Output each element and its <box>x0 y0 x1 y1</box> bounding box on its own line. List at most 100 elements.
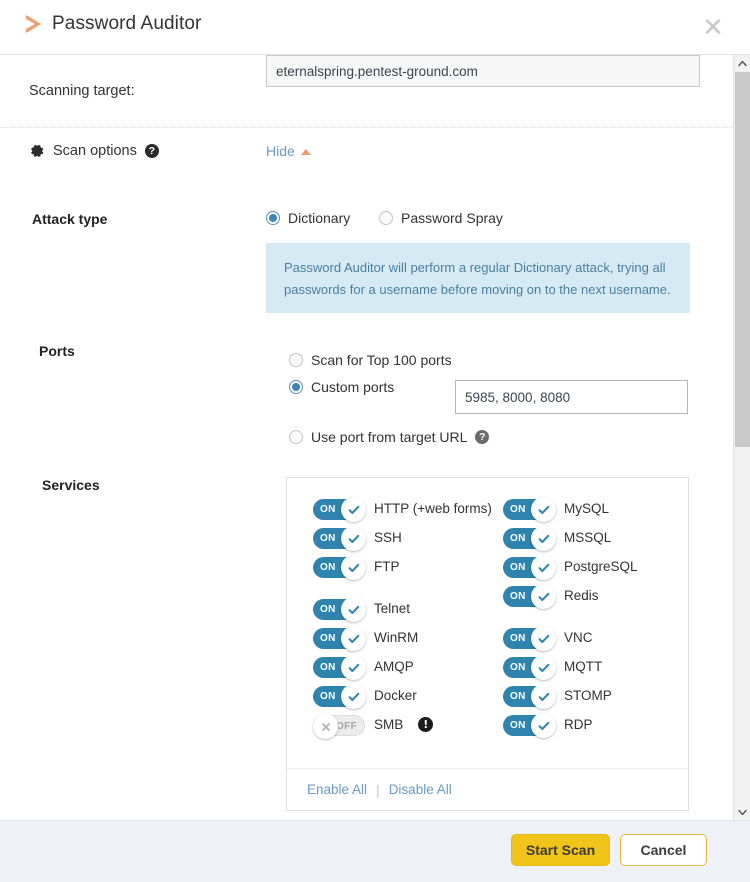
attack-type-info-box: Password Auditor will perform a regular … <box>266 243 690 313</box>
toggle-redis[interactable]: ON <box>503 586 555 607</box>
toggle-state-label: ON <box>320 599 336 620</box>
custom-ports-input[interactable] <box>455 380 688 414</box>
toggle-telnet[interactable]: ON <box>313 599 365 620</box>
service-name: PostgreSQL <box>564 556 638 577</box>
check-icon <box>341 597 366 622</box>
service-toggle-row[interactable]: ON Telnet <box>313 598 503 620</box>
radio-label-top100: Scan for Top 100 ports <box>311 352 452 368</box>
close-icon[interactable]: ✕ <box>699 15 727 43</box>
toggle-state-label: ON <box>510 586 526 607</box>
service-toggle-row[interactable]: ON WinRM <box>313 627 503 649</box>
toggle-stomp[interactable]: ON <box>503 686 555 707</box>
password-auditor-modal: Password Auditor ✕ Scanning target: Scan… <box>0 0 750 882</box>
service-toggle-row[interactable]: ON Redis <box>503 585 688 607</box>
check-icon <box>341 497 366 522</box>
start-scan-button[interactable]: Start Scan <box>511 834 610 866</box>
service-toggle-row[interactable]: ON FTP <box>313 556 503 578</box>
service-name: Redis <box>564 585 599 606</box>
vertical-scrollbar[interactable] <box>733 55 750 820</box>
radio-ports-top100[interactable]: Scan for Top 100 ports <box>289 352 452 368</box>
check-icon <box>341 655 366 680</box>
toggle-state-label: ON <box>510 715 526 736</box>
help-icon[interactable]: ? <box>145 144 159 158</box>
service-toggle-row[interactable]: ON RDP <box>503 714 688 736</box>
service-name: MQTT <box>564 656 602 677</box>
toggle-state-label: ON <box>510 628 526 649</box>
radio-label-custom: Custom ports <box>311 379 394 395</box>
radio-ports-custom[interactable]: Custom ports <box>289 379 394 395</box>
check-icon <box>531 584 556 609</box>
toggle-docker[interactable]: ON <box>313 686 365 707</box>
toggle-mssql[interactable]: ON <box>503 528 555 549</box>
radio-ports-target-url[interactable]: Use port from target URL ? <box>289 429 489 445</box>
service-toggle-row[interactable]: ON MySQL <box>503 498 688 520</box>
service-toggle-row[interactable]: ON SSH <box>313 527 503 549</box>
header-brand: Password Auditor <box>26 13 201 35</box>
toggle-postgresql[interactable]: ON <box>503 557 555 578</box>
service-toggle-row[interactable]: ON Docker <box>313 685 503 707</box>
services-bulk-actions: Enable All | Disable All <box>287 768 688 810</box>
scroll-up-icon[interactable] <box>734 55 750 71</box>
toggle-mysql[interactable]: ON <box>503 499 555 520</box>
enable-all-link[interactable]: Enable All <box>307 782 367 797</box>
toggle-state-label: ON <box>320 557 336 578</box>
toggle-state-label: ON <box>320 499 336 520</box>
service-name: STOMP <box>564 685 612 706</box>
help-icon-target-url[interactable]: ? <box>475 430 489 444</box>
service-toggle-row[interactable]: ON HTTP (+web forms) <box>313 498 503 520</box>
service-toggle-row[interactable]: ON MQTT <box>503 656 688 678</box>
service-name: SSH <box>374 527 402 548</box>
service-toggle-row[interactable]: ON STOMP <box>503 685 688 707</box>
check-icon <box>531 626 556 651</box>
services-panel: ON HTTP (+web forms) ON <box>286 477 689 811</box>
service-toggle-row[interactable]: ON AMQP <box>313 656 503 678</box>
service-toggle-row[interactable]: ON PostgreSQL <box>503 556 688 578</box>
service-name: AMQP <box>374 656 414 677</box>
services-column-right: ON MySQL ON <box>503 498 688 743</box>
service-name: MySQL <box>564 498 609 519</box>
toggle-state-label: ON <box>320 686 336 707</box>
radio-dot-top100 <box>289 353 303 367</box>
link-separator: | <box>376 782 380 798</box>
close-icon <box>313 714 338 739</box>
radio-label-target-url: Use port from target URL <box>311 429 467 445</box>
scanning-target-input[interactable] <box>266 55 700 87</box>
service-name: Docker <box>374 685 417 706</box>
toggle-ssh[interactable]: ON <box>313 528 365 549</box>
service-toggle-row[interactable]: OFF SMB ! <box>313 714 503 736</box>
modal-header: Password Auditor ✕ <box>0 0 750 55</box>
warning-icon[interactable]: ! <box>418 717 433 732</box>
hide-options-toggle[interactable]: Hide <box>266 143 311 159</box>
ports-label: Ports <box>39 343 75 359</box>
scan-options-label: Scan options <box>53 143 137 159</box>
scroll-down-icon[interactable] <box>734 804 750 820</box>
toggle-ftp[interactable]: ON <box>313 557 365 578</box>
toggle-vnc[interactable]: ON <box>503 628 555 649</box>
services-column-left: ON HTTP (+web forms) ON <box>313 498 503 743</box>
service-name: MSSQL <box>564 527 611 548</box>
scrollbar-thumb[interactable] <box>735 72 750 447</box>
radio-dot-password-spray <box>379 211 393 225</box>
toggle-rdp[interactable]: ON <box>503 715 555 736</box>
play-triangle-icon <box>26 15 41 33</box>
toggle-smb[interactable]: OFF <box>313 715 365 736</box>
service-name: HTTP (+web forms) <box>374 498 492 519</box>
cancel-button[interactable]: Cancel <box>620 834 707 866</box>
gear-icon <box>29 143 45 159</box>
toggle-winrm[interactable]: ON <box>313 628 365 649</box>
toggle-state-label: OFF <box>336 716 357 737</box>
service-toggle-row[interactable]: ON MSSQL <box>503 527 688 549</box>
check-icon <box>531 713 556 738</box>
toggle-state-label: ON <box>510 528 526 549</box>
modal-body: Scanning target: Scan options ? Hide Att… <box>0 55 750 820</box>
radio-label-password-spray: Password Spray <box>401 210 503 226</box>
service-toggle-row[interactable]: ON VNC <box>503 627 688 649</box>
toggle-http[interactable]: ON <box>313 499 365 520</box>
radio-attack-dictionary[interactable]: Dictionary <box>266 210 350 226</box>
radio-attack-password-spray[interactable]: Password Spray <box>379 210 503 226</box>
check-icon <box>531 555 556 580</box>
toggle-state-label: ON <box>510 657 526 678</box>
toggle-amqp[interactable]: ON <box>313 657 365 678</box>
toggle-mqtt[interactable]: ON <box>503 657 555 678</box>
disable-all-link[interactable]: Disable All <box>389 782 452 797</box>
